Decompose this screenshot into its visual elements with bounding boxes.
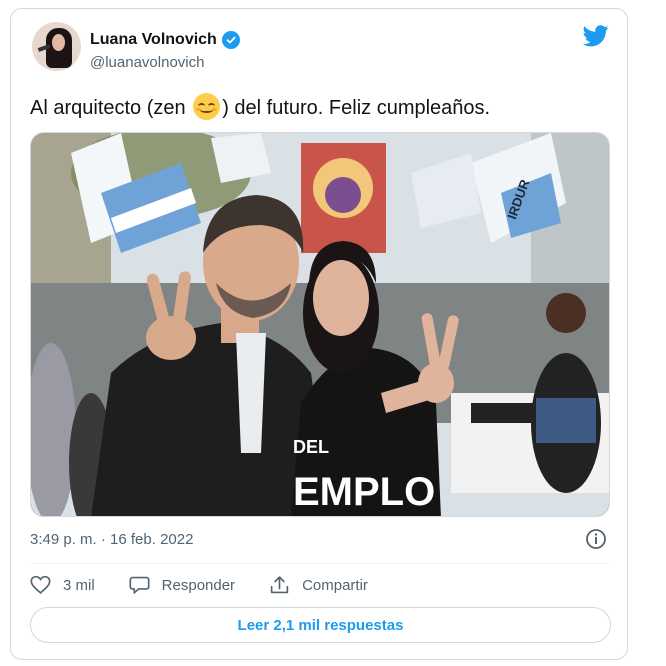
shirt-text-line1: DEL xyxy=(293,437,329,457)
read-replies-button[interactable]: Leer 2,1 mil respuestas xyxy=(30,607,611,643)
smiling-face-emoji-icon xyxy=(193,93,221,120)
author-name-row[interactable]: Luana Volnovich xyxy=(90,31,240,49)
avatar[interactable] xyxy=(32,22,81,71)
share-upload-icon xyxy=(269,575,290,595)
tweet-photo[interactable]: IRDUR DEL EMPLO xyxy=(30,132,610,517)
tweet-text-part-2: ) del futuro. Feliz cumpleaños. xyxy=(222,97,491,119)
tweet-text: Al arquitecto (zen ) del futuro. Feliz c… xyxy=(30,93,490,120)
reply-label: Responder xyxy=(161,576,236,594)
share-label: Compartir xyxy=(302,576,368,594)
tweet-text-part-1: Al arquitecto (zen xyxy=(30,97,192,119)
author-name[interactable]: Luana Volnovich xyxy=(90,31,217,49)
twitter-bird-icon[interactable] xyxy=(582,25,609,52)
speech-bubble-icon xyxy=(129,575,150,595)
tweet-timestamp[interactable]: 3:49 p. m. · 16 feb. 2022 xyxy=(30,531,193,548)
share-button[interactable]: Compartir xyxy=(269,575,368,595)
like-button[interactable]: 3 mil xyxy=(30,575,95,595)
heart-icon xyxy=(30,575,51,595)
author-handle[interactable]: @luanavolnovich xyxy=(90,54,204,71)
tweet-actions: 3 mil Responder Compartir xyxy=(30,575,402,595)
reply-button[interactable]: Responder xyxy=(129,575,235,595)
like-count: 3 mil xyxy=(63,576,95,594)
shirt-text-line2: EMPLO xyxy=(293,470,435,514)
info-icon[interactable] xyxy=(585,528,607,555)
verified-badge-icon xyxy=(221,31,240,49)
tweet-card: Luana Volnovich @luanavolnovich Al arqui… xyxy=(10,8,628,660)
divider xyxy=(30,563,609,564)
